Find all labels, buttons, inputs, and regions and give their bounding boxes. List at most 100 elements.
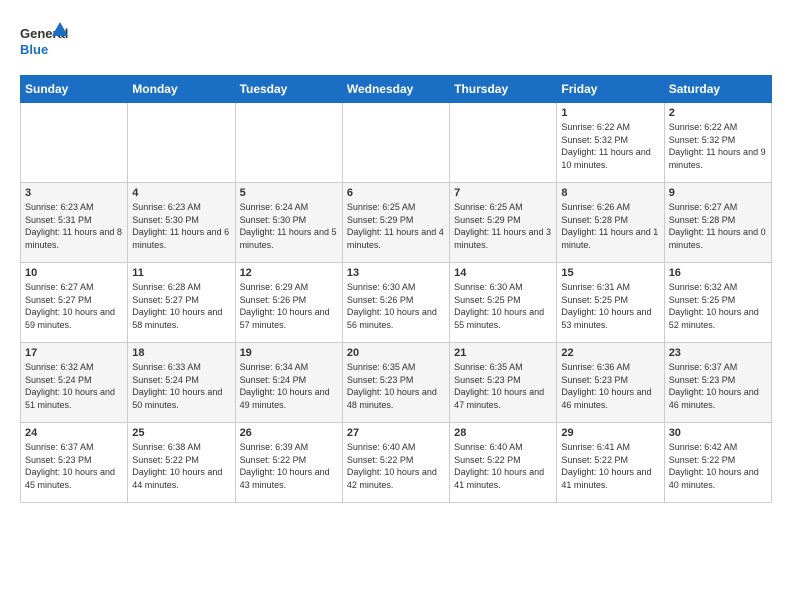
logo: General Blue xyxy=(20,20,70,65)
header: General Blue xyxy=(20,20,772,65)
day-info: Sunrise: 6:25 AMSunset: 5:29 PMDaylight:… xyxy=(347,201,445,251)
day-number: 29 xyxy=(561,427,659,439)
day-number: 30 xyxy=(669,427,767,439)
day-info: Sunrise: 6:32 AMSunset: 5:25 PMDaylight:… xyxy=(669,281,767,331)
calendar-cell: 13 Sunrise: 6:30 AMSunset: 5:26 PMDayligh… xyxy=(342,263,449,343)
day-info: Sunrise: 6:34 AMSunset: 5:24 PMDaylight:… xyxy=(240,361,338,411)
day-info: Sunrise: 6:24 AMSunset: 5:30 PMDaylight:… xyxy=(240,201,338,251)
calendar-cell xyxy=(128,103,235,183)
calendar-week-row: 17Sunrise: 6:32 AMSunset: 5:24 PMDayligh… xyxy=(21,343,772,423)
calendar-cell: 21 Sunrise: 6:35 AMSunset: 5:23 PMDayligh… xyxy=(450,343,557,423)
day-info: Sunrise: 6:22 AMSunset: 5:32 PMDaylight:… xyxy=(561,121,659,171)
day-info: Sunrise: 6:26 AMSunset: 5:28 PMDaylight:… xyxy=(561,201,659,251)
day-info: Sunrise: 6:22 AMSunset: 5:32 PMDaylight:… xyxy=(669,121,767,171)
day-info: Sunrise: 6:35 AMSunset: 5:23 PMDaylight:… xyxy=(347,361,445,411)
day-number: 6 xyxy=(347,187,445,199)
calendar-cell xyxy=(342,103,449,183)
calendar-cell xyxy=(235,103,342,183)
calendar-cell: 22 Sunrise: 6:36 AMSunset: 5:23 PMDayligh… xyxy=(557,343,664,423)
day-info: Sunrise: 6:40 AMSunset: 5:22 PMDaylight:… xyxy=(347,441,445,491)
calendar-cell: 18 Sunrise: 6:33 AMSunset: 5:24 PMDayligh… xyxy=(128,343,235,423)
calendar-cell: 24 Sunrise: 6:37 AMSunset: 5:23 PMDayligh… xyxy=(21,423,128,503)
day-number: 24 xyxy=(25,427,123,439)
calendar-cell xyxy=(450,103,557,183)
day-info: Sunrise: 6:38 AMSunset: 5:22 PMDaylight:… xyxy=(132,441,230,491)
calendar-cell: 4 Sunrise: 6:23 AMSunset: 5:30 PMDaylight… xyxy=(128,183,235,263)
day-number: 8 xyxy=(561,187,659,199)
day-header-wednesday: Wednesday xyxy=(342,76,449,103)
calendar-cell: 5Sunrise: 6:24 AMSunset: 5:30 PMDaylight… xyxy=(235,183,342,263)
day-number: 23 xyxy=(669,347,767,359)
day-info: Sunrise: 6:37 AMSunset: 5:23 PMDaylight:… xyxy=(669,361,767,411)
day-info: Sunrise: 6:31 AMSunset: 5:25 PMDaylight:… xyxy=(561,281,659,331)
day-header-tuesday: Tuesday xyxy=(235,76,342,103)
calendar-cell: 19 Sunrise: 6:34 AMSunset: 5:24 PMDayligh… xyxy=(235,343,342,423)
day-number: 12 xyxy=(240,267,338,279)
calendar-cell: 14 Sunrise: 6:30 AMSunset: 5:25 PMDayligh… xyxy=(450,263,557,343)
calendar-week-row: 10Sunrise: 6:27 AMSunset: 5:27 PMDayligh… xyxy=(21,263,772,343)
calendar-table: SundayMondayTuesdayWednesdayThursdayFrid… xyxy=(20,75,772,503)
calendar-cell: 26 Sunrise: 6:39 AMSunset: 5:22 PMDayligh… xyxy=(235,423,342,503)
day-number: 1 xyxy=(561,107,659,119)
calendar-cell: 30 Sunrise: 6:42 AMSunset: 5:22 PMDayligh… xyxy=(664,423,771,503)
day-number: 3 xyxy=(25,187,123,199)
day-info: Sunrise: 6:23 AMSunset: 5:31 PMDaylight:… xyxy=(25,201,123,251)
calendar-cell: 7Sunrise: 6:25 AMSunset: 5:29 PMDaylight… xyxy=(450,183,557,263)
day-info: Sunrise: 6:29 AMSunset: 5:26 PMDaylight:… xyxy=(240,281,338,331)
day-info: Sunrise: 6:28 AMSunset: 5:27 PMDaylight:… xyxy=(132,281,230,331)
day-number: 25 xyxy=(132,427,230,439)
calendar-cell: 9 Sunrise: 6:27 AMSunset: 5:28 PMDaylight… xyxy=(664,183,771,263)
calendar-week-row: 24 Sunrise: 6:37 AMSunset: 5:23 PMDayligh… xyxy=(21,423,772,503)
day-number: 2 xyxy=(669,107,767,119)
day-info: Sunrise: 6:25 AMSunset: 5:29 PMDaylight:… xyxy=(454,201,552,251)
calendar-cell: 1 Sunrise: 6:22 AMSunset: 5:32 PMDaylight… xyxy=(557,103,664,183)
day-number: 19 xyxy=(240,347,338,359)
day-number: 15 xyxy=(561,267,659,279)
calendar-cell: 8 Sunrise: 6:26 AMSunset: 5:28 PMDaylight… xyxy=(557,183,664,263)
day-header-saturday: Saturday xyxy=(664,76,771,103)
day-header-thursday: Thursday xyxy=(450,76,557,103)
calendar-cell: 16Sunrise: 6:32 AMSunset: 5:25 PMDayligh… xyxy=(664,263,771,343)
day-number: 14 xyxy=(454,267,552,279)
day-info: Sunrise: 6:37 AMSunset: 5:23 PMDaylight:… xyxy=(25,441,123,491)
day-info: Sunrise: 6:39 AMSunset: 5:22 PMDaylight:… xyxy=(240,441,338,491)
calendar-cell: 20Sunrise: 6:35 AMSunset: 5:23 PMDayligh… xyxy=(342,343,449,423)
day-info: Sunrise: 6:35 AMSunset: 5:23 PMDaylight:… xyxy=(454,361,552,411)
calendar-cell: 6 Sunrise: 6:25 AMSunset: 5:29 PMDaylight… xyxy=(342,183,449,263)
day-info: Sunrise: 6:40 AMSunset: 5:22 PMDaylight:… xyxy=(454,441,552,491)
day-number: 18 xyxy=(132,347,230,359)
day-number: 21 xyxy=(454,347,552,359)
calendar-cell: 3 Sunrise: 6:23 AMSunset: 5:31 PMDaylight… xyxy=(21,183,128,263)
day-number: 27 xyxy=(347,427,445,439)
day-info: Sunrise: 6:27 AMSunset: 5:28 PMDaylight:… xyxy=(669,201,767,251)
day-header-friday: Friday xyxy=(557,76,664,103)
day-number: 26 xyxy=(240,427,338,439)
calendar-cell: 15 Sunrise: 6:31 AMSunset: 5:25 PMDayligh… xyxy=(557,263,664,343)
day-number: 4 xyxy=(132,187,230,199)
day-number: 22 xyxy=(561,347,659,359)
day-number: 11 xyxy=(132,267,230,279)
day-header-monday: Monday xyxy=(128,76,235,103)
calendar-cell: 23 Sunrise: 6:37 AMSunset: 5:23 PMDayligh… xyxy=(664,343,771,423)
calendar-cell: 25 Sunrise: 6:38 AMSunset: 5:22 PMDayligh… xyxy=(128,423,235,503)
day-header-sunday: Sunday xyxy=(21,76,128,103)
calendar-cell xyxy=(21,103,128,183)
day-info: Sunrise: 6:27 AMSunset: 5:27 PMDaylight:… xyxy=(25,281,123,331)
day-number: 28 xyxy=(454,427,552,439)
svg-text:Blue: Blue xyxy=(20,42,48,57)
calendar-cell: 28 Sunrise: 6:40 AMSunset: 5:22 PMDayligh… xyxy=(450,423,557,503)
day-number: 17 xyxy=(25,347,123,359)
calendar-week-row: 1 Sunrise: 6:22 AMSunset: 5:32 PMDaylight… xyxy=(21,103,772,183)
calendar-cell: 12 Sunrise: 6:29 AMSunset: 5:26 PMDayligh… xyxy=(235,263,342,343)
day-info: Sunrise: 6:36 AMSunset: 5:23 PMDaylight:… xyxy=(561,361,659,411)
day-info: Sunrise: 6:23 AMSunset: 5:30 PMDaylight:… xyxy=(132,201,230,251)
day-info: Sunrise: 6:33 AMSunset: 5:24 PMDaylight:… xyxy=(132,361,230,411)
day-number: 13 xyxy=(347,267,445,279)
calendar-cell: 10Sunrise: 6:27 AMSunset: 5:27 PMDayligh… xyxy=(21,263,128,343)
day-info: Sunrise: 6:42 AMSunset: 5:22 PMDaylight:… xyxy=(669,441,767,491)
calendar-cell: 2 Sunrise: 6:22 AMSunset: 5:32 PMDaylight… xyxy=(664,103,771,183)
day-info: Sunrise: 6:30 AMSunset: 5:26 PMDaylight:… xyxy=(347,281,445,331)
day-number: 9 xyxy=(669,187,767,199)
day-info: Sunrise: 6:30 AMSunset: 5:25 PMDaylight:… xyxy=(454,281,552,331)
calendar-cell: 17Sunrise: 6:32 AMSunset: 5:24 PMDayligh… xyxy=(21,343,128,423)
